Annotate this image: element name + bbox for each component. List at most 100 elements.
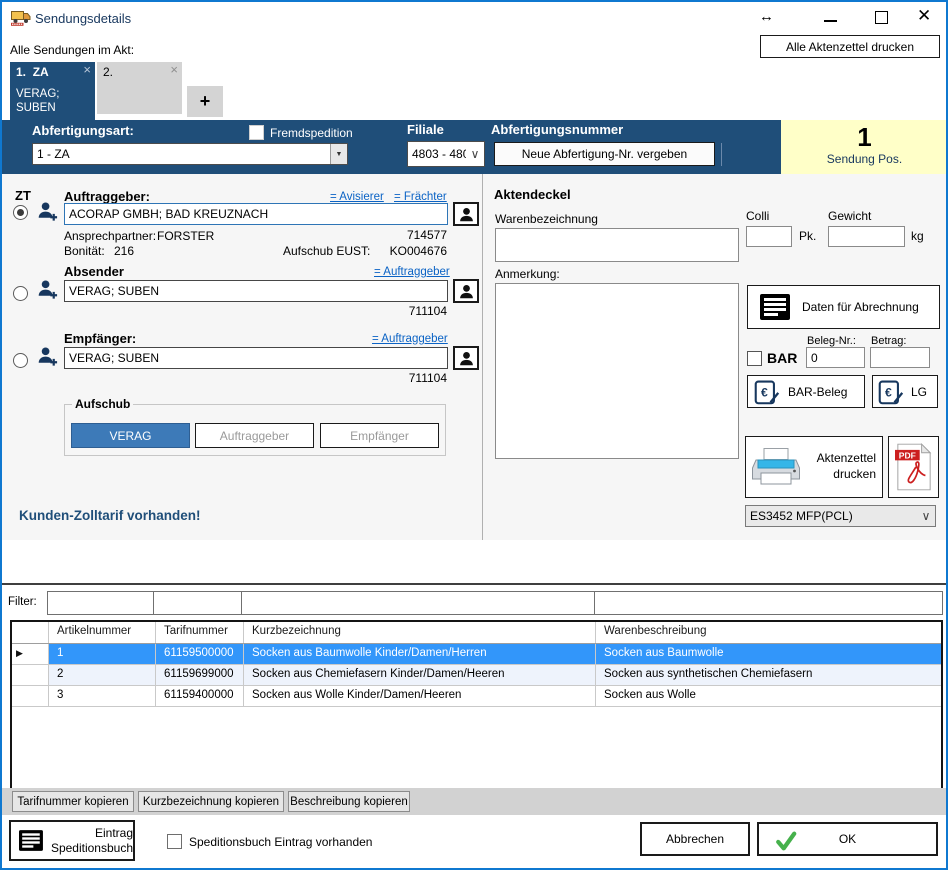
ansprechpartner-value: FORSTER [157, 229, 214, 243]
add-contact-icon[interactable] [36, 345, 59, 368]
pdf-export-button[interactable]: PDF [888, 436, 939, 498]
tab1-close-icon[interactable]: × [83, 62, 91, 77]
gewicht-input[interactable] [828, 226, 905, 247]
column-header-tarifnummer[interactable]: Tarifnummer [156, 622, 244, 643]
radio-absender[interactable] [13, 286, 28, 301]
aktenzettel-drucken-button[interactable]: Aktenzettel drucken [745, 436, 883, 498]
cell-warenbeschreibung[interactable]: Socken aus Wolle [596, 686, 941, 706]
anmerkung-label: Anmerkung: [495, 267, 560, 281]
column-header-kurzbezeichnung[interactable]: Kurzbezeichnung [244, 622, 596, 643]
new-abfertigungsnummer-button[interactable]: Neue Abfertigung-Nr. vergeben [494, 142, 715, 166]
lg-button[interactable]: € LG [872, 375, 938, 408]
auftraggeber-input[interactable] [64, 203, 448, 225]
pdf-icon: PDF [895, 442, 933, 492]
aufschub-empfaenger-button[interactable]: Empfänger [320, 423, 439, 448]
absender-lookup-button[interactable] [453, 279, 479, 303]
cell-artikelnummer[interactable]: 2 [49, 665, 156, 685]
bonitaet-label: Bonität: [64, 244, 105, 258]
aufschub-verag-button[interactable]: VERAG [71, 423, 190, 448]
bar-beleg-button[interactable]: € BAR-Beleg [747, 375, 865, 408]
resize-icon[interactable]: ↔ [759, 8, 774, 25]
colli-input[interactable] [746, 226, 792, 247]
filter-label: Filter: [8, 596, 37, 608]
cell-artikelnummer[interactable]: 3 [49, 686, 156, 706]
speditionsbuch-checkbox[interactable] [167, 834, 182, 849]
table-row[interactable]: 2 61159699000 Socken aus Chemiefasern Ki… [12, 665, 941, 686]
auftraggeber-lookup-button[interactable] [453, 202, 479, 226]
column-header-warenbeschreibung[interactable]: Warenbeschreibung [596, 622, 941, 643]
maximize-button[interactable] [875, 11, 888, 24]
add-contact-icon[interactable] [36, 200, 59, 223]
filiale-select[interactable]: 4803 - 480 ∨ [407, 141, 485, 167]
table-row[interactable]: 3 61159400000 Socken aus Wolle Kinder/Da… [12, 686, 941, 707]
copy-beschreibung-button[interactable]: Beschreibung kopieren [288, 791, 410, 812]
ok-button[interactable]: OK [757, 822, 938, 856]
absender-auftraggeber-link[interactable]: = Auftraggeber [374, 266, 450, 278]
eintrag-label-line2: Speditionsbuch [51, 841, 133, 855]
cell-tarifnummer[interactable]: 61159500000 [156, 644, 244, 664]
filter-tarifnummer-input[interactable] [153, 591, 242, 615]
fremdspedition-checkbox[interactable] [249, 125, 264, 140]
beleg-nr-input[interactable] [806, 347, 865, 368]
table-row[interactable]: ▶ 1 61159500000 Socken aus Baumwolle Kin… [12, 644, 941, 665]
cell-tarifnummer[interactable]: 61159699000 [156, 665, 244, 685]
absender-label: Absender [64, 264, 124, 279]
filter-warenbeschreibung-input[interactable] [594, 591, 943, 615]
add-contact-icon[interactable] [36, 278, 59, 301]
copy-kurzbezeichnung-button[interactable]: Kurzbezeichnung kopieren [138, 791, 284, 812]
chevron-down-icon[interactable]: ∨ [466, 142, 484, 166]
person-icon [458, 283, 475, 300]
divider [2, 583, 946, 585]
empfaenger-auftraggeber-link[interactable]: = Auftraggeber [372, 333, 448, 345]
warenbezeichnung-input[interactable] [495, 228, 739, 262]
add-shipment-tab-button[interactable]: + [187, 86, 223, 117]
eintrag-speditionsbuch-button[interactable]: Eintrag Speditionsbuch [9, 820, 135, 861]
aufschub-auftraggeber-button[interactable]: Auftraggeber [195, 423, 314, 448]
tab2-number: 2. [103, 65, 113, 79]
aufschub-legend: Aufschub [72, 397, 133, 411]
filter-kurzbezeichnung-input[interactable] [241, 591, 595, 615]
cell-kurzbezeichnung[interactable]: Socken aus Wolle Kinder/Damen/Heeren [244, 686, 596, 706]
svg-text:PDF: PDF [898, 450, 915, 460]
minimize-button[interactable] [824, 20, 837, 22]
empfaenger-label: Empfänger: [64, 331, 136, 346]
copy-tarifnummer-button[interactable]: Tarifnummer kopieren [12, 791, 134, 812]
printer-select[interactable]: ES3452 MFP(PCL) ∨ [745, 505, 936, 527]
avisierer-link[interactable]: = Avisierer [330, 191, 384, 203]
cell-tarifnummer[interactable]: 61159400000 [156, 686, 244, 706]
svg-text:€: € [885, 385, 892, 399]
daten-abrechnung-button[interactable]: Daten für Abrechnung [747, 285, 940, 329]
empfaenger-input[interactable] [64, 347, 448, 369]
empfaenger-lookup-button[interactable] [453, 346, 479, 370]
chevron-down-icon[interactable]: ∨ [917, 506, 935, 526]
betrag-input[interactable] [870, 347, 930, 368]
cell-kurzbezeichnung[interactable]: Socken aus Chemiefasern Kinder/Damen/Hee… [244, 665, 596, 685]
anmerkung-textarea[interactable] [495, 283, 739, 459]
column-header-selector[interactable] [12, 622, 49, 643]
printer-icon [752, 447, 800, 487]
column-header-artikelnummer[interactable]: Artikelnummer [49, 622, 156, 643]
warenbezeichnung-label: Warenbezeichnung [495, 212, 598, 226]
print-all-aktenzettel-button[interactable]: Alle Aktenzettel drucken [760, 35, 940, 58]
fraechter-link[interactable]: = Frächter [394, 191, 447, 203]
tab-shipment-1[interactable]: 1. ZA × VERAG; SUBEN [10, 62, 95, 120]
radio-empfaenger[interactable] [13, 353, 28, 368]
tab2-close-icon[interactable]: × [170, 62, 178, 77]
radio-auftraggeber[interactable] [13, 205, 28, 220]
cell-warenbeschreibung[interactable]: Socken aus Baumwolle [596, 644, 941, 664]
cell-kurzbezeichnung[interactable]: Socken aus Baumwolle Kinder/Damen/Herren [244, 644, 596, 664]
person-icon [458, 206, 475, 223]
cancel-button[interactable]: Abbrechen [640, 822, 750, 856]
absender-input[interactable] [64, 280, 448, 302]
eintrag-label-line1: Eintrag [95, 826, 133, 840]
sendung-position-label: Sendung Pos. [781, 152, 948, 166]
tab1-line2: VERAG; [16, 88, 59, 100]
filter-artikelnummer-input[interactable] [47, 591, 154, 615]
bar-checkbox[interactable] [747, 351, 762, 366]
tab-shipment-2[interactable]: 2. × [97, 62, 182, 114]
dropdown-arrow-icon[interactable]: ▼ [330, 144, 347, 164]
abfertigungsart-select[interactable]: 1 - ZA ▼ [32, 143, 348, 165]
close-button[interactable]: ✕ [917, 6, 931, 26]
cell-artikelnummer[interactable]: 1 [49, 644, 156, 664]
cell-warenbeschreibung[interactable]: Socken aus synthetischen Chemiefasern [596, 665, 941, 685]
